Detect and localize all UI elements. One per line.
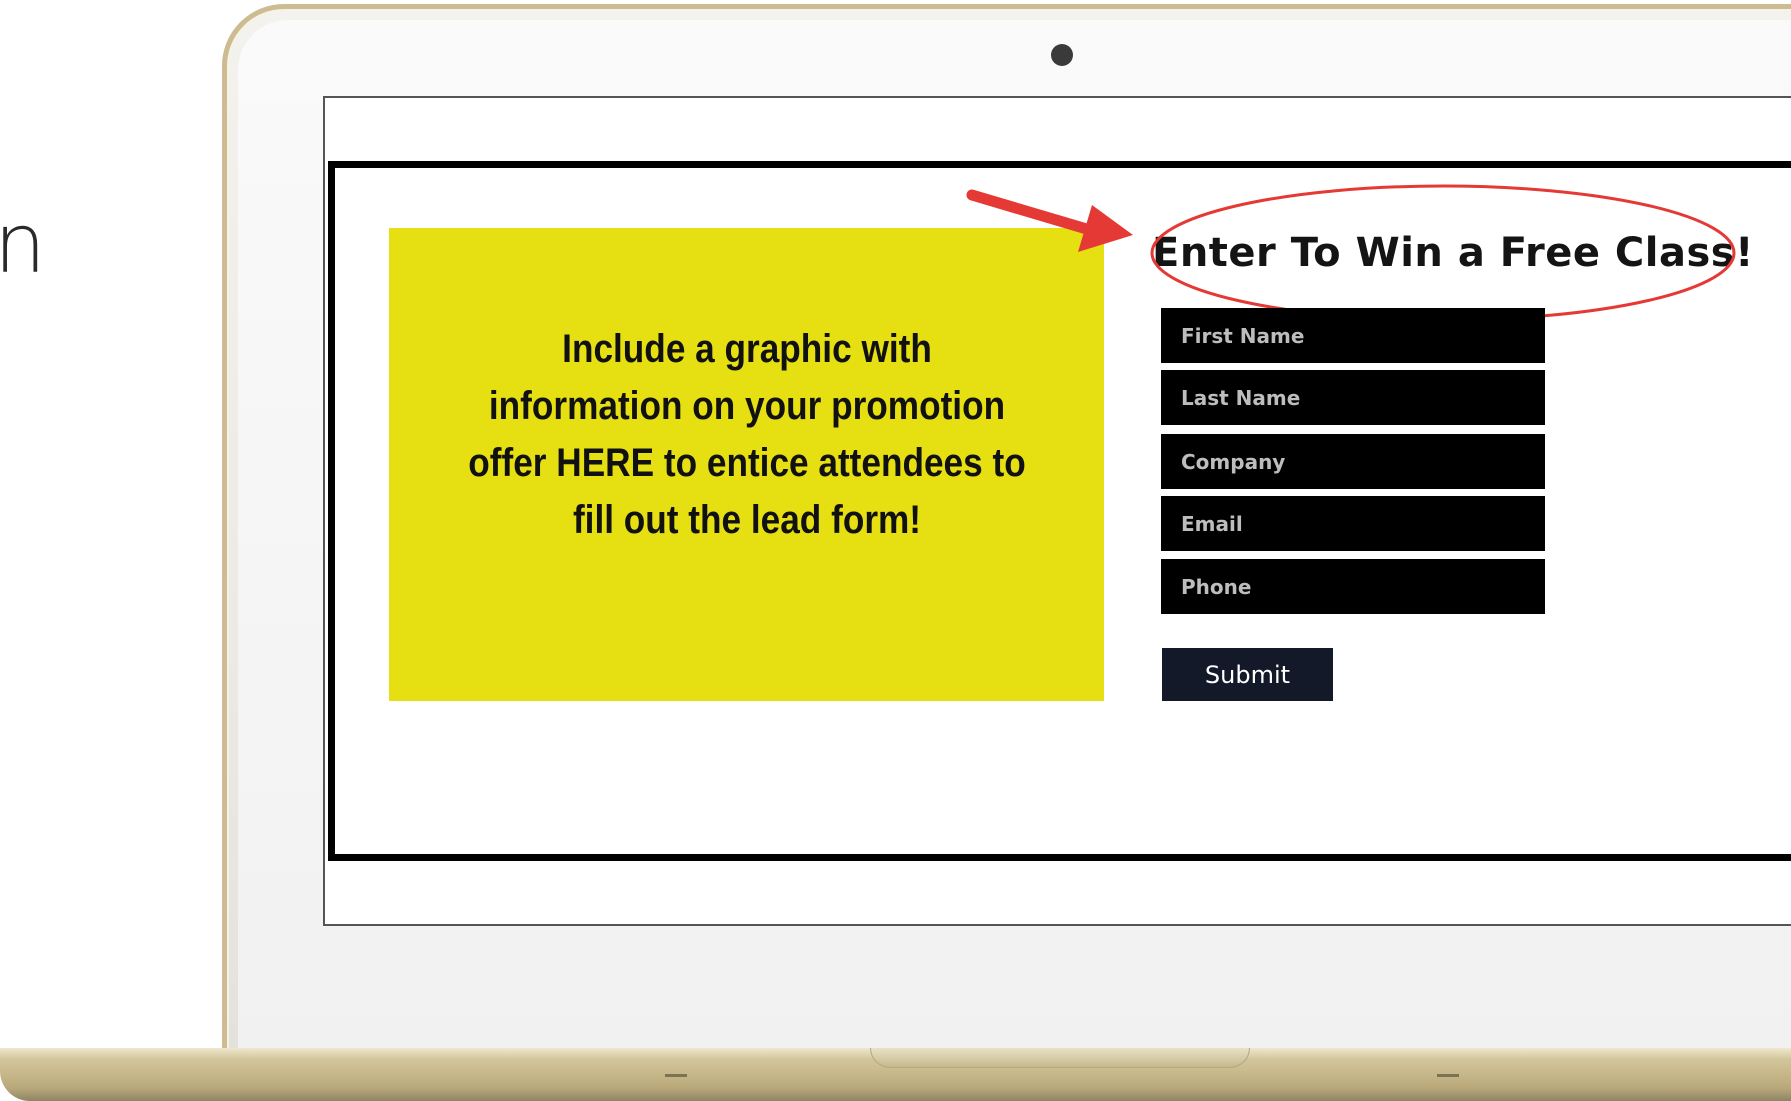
partial-heading-text: n (0, 197, 46, 292)
phone-input[interactable]: Phone (1161, 559, 1545, 614)
stage: n Include a graphic with information on … (0, 0, 1791, 1101)
laptop-foot-left (665, 1074, 687, 1077)
camera-icon (1051, 44, 1073, 66)
last-name-input[interactable]: Last Name (1161, 370, 1545, 425)
promo-graphic: Include a graphic with information on yo… (389, 228, 1104, 701)
laptop-foot-right (1437, 1074, 1459, 1077)
first-name-input[interactable]: First Name (1161, 308, 1545, 363)
email-input[interactable]: Email (1161, 496, 1545, 551)
promo-text: Include a graphic with information on yo… (467, 326, 1026, 542)
laptop-base-notch (870, 1048, 1250, 1068)
company-input[interactable]: Company (1161, 434, 1545, 489)
submit-button[interactable]: Submit (1162, 648, 1333, 701)
form-title: Enter To Win a Free Class! (1152, 230, 1754, 276)
